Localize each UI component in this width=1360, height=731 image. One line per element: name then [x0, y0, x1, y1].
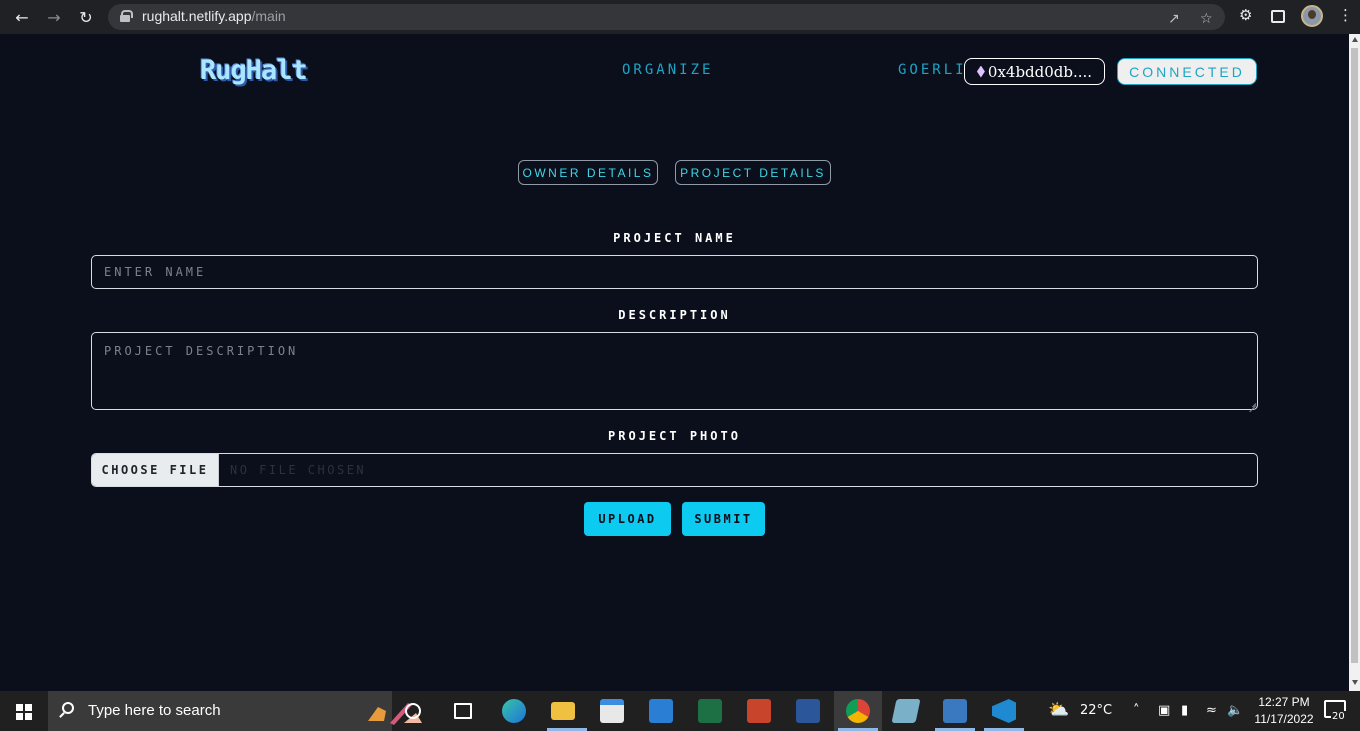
wifi-icon[interactable]: ≈ [1206, 703, 1217, 718]
weather-temperature[interactable]: 22°C [1080, 703, 1112, 718]
vscode-icon[interactable] [992, 699, 1016, 723]
lock-icon [120, 10, 133, 22]
file-explorer-icon[interactable] [551, 702, 575, 720]
weather-cloud-sun-icon[interactable]: ⛅ [1048, 700, 1069, 720]
extensions-puzzle-icon[interactable]: ⚙ [1239, 6, 1252, 24]
description-label: DESCRIPTION [618, 308, 731, 322]
side-panel-icon[interactable] [1271, 10, 1285, 23]
windows-start-icon[interactable] [16, 704, 32, 720]
volume-speaker-icon[interactable]: 🔈 [1227, 703, 1243, 718]
excel-icon[interactable] [698, 699, 722, 723]
profile-avatar[interactable] [1301, 5, 1323, 27]
upload-button[interactable]: UPLOAD [584, 502, 671, 536]
reload-icon[interactable]: ↻ [74, 5, 98, 29]
rughalt-logo[interactable]: RugHalt [200, 55, 308, 86]
bookmark-star-icon[interactable]: ☆ [1200, 11, 1213, 27]
meet-now-camera-icon[interactable]: ▣ [1158, 703, 1170, 718]
microsoft-store-icon[interactable] [600, 699, 624, 723]
submit-button[interactable]: SUBMIT [682, 502, 765, 536]
search-icon [62, 702, 74, 714]
share-icon[interactable]: ↗ [1168, 11, 1180, 27]
clock-date: 11/17/2022 [1254, 712, 1314, 726]
scroll-up-arrow-icon[interactable] [1352, 37, 1358, 42]
mail-icon[interactable] [649, 699, 673, 723]
back-arrow-icon[interactable]: ← [10, 5, 34, 29]
cortana-icon[interactable] [405, 703, 421, 719]
no-file-chosen-text: NO FILE CHOSEN [230, 463, 367, 477]
forward-arrow-icon[interactable]: → [42, 5, 66, 29]
url-text: rughalt.netlify.app/main [142, 8, 286, 24]
page-scrollbar[interactable] [1349, 34, 1360, 691]
photos-icon[interactable] [943, 699, 967, 723]
wallet-address-button[interactable]: 0x4bdd0db.... [964, 58, 1105, 85]
taskbar-search-box[interactable]: Type here to search [48, 691, 422, 731]
project-photo-label: PROJECT PHOTO [608, 429, 741, 443]
windows-taskbar: Type here to search ⛅ 22°C ˄ ▣ ▮ ≈ 🔈 12:… [0, 691, 1360, 731]
notes-app-icon[interactable] [891, 699, 921, 723]
battery-icon[interactable]: ▮ [1181, 703, 1188, 718]
project-name-input[interactable] [91, 255, 1258, 289]
tab-owner-details[interactable]: OWNER DETAILS [518, 160, 658, 185]
menu-kebab-icon[interactable]: ⋮ [1338, 6, 1353, 24]
resize-grip-icon[interactable] [1248, 399, 1256, 407]
wallet-address-text: 0x4bdd0db.... [987, 62, 1093, 81]
network-label: GOERLI [898, 62, 967, 78]
word-icon[interactable] [796, 699, 820, 723]
file-input[interactable]: CHOOSE FILE NO FILE CHOSEN [91, 453, 1258, 487]
browser-toolbar: ← → ↻ rughalt.netlify.app/main ↗ ☆ ⚙ ⋮ [0, 0, 1360, 34]
taskbar-clock[interactable]: 12:27 PM 11/17/2022 [1246, 694, 1322, 728]
description-textarea[interactable] [91, 332, 1258, 410]
edge-browser-icon[interactable] [502, 699, 526, 723]
nav-organize-link[interactable]: ORGANIZE [622, 62, 713, 78]
chrome-browser-icon[interactable] [846, 699, 870, 723]
taskbar-search-placeholder: Type here to search [88, 702, 221, 719]
ethereum-icon [976, 65, 985, 78]
connected-status-button[interactable]: CONNECTED [1117, 58, 1257, 85]
notification-count-badge: 20 [1331, 711, 1346, 722]
tab-project-details[interactable]: PROJECT DETAILS [675, 160, 831, 185]
task-view-icon[interactable] [454, 703, 472, 719]
scrollbar-thumb[interactable] [1351, 48, 1358, 663]
scroll-down-arrow-icon[interactable] [1352, 680, 1358, 685]
choose-file-button[interactable]: CHOOSE FILE [92, 454, 219, 486]
tray-chevron-up-icon[interactable]: ˄ [1133, 703, 1140, 718]
project-name-label: PROJECT NAME [613, 231, 736, 245]
clock-time: 12:27 PM [1258, 695, 1310, 709]
address-bar[interactable]: rughalt.netlify.app/main ↗ ☆ [108, 4, 1225, 30]
powerpoint-icon[interactable] [747, 699, 771, 723]
